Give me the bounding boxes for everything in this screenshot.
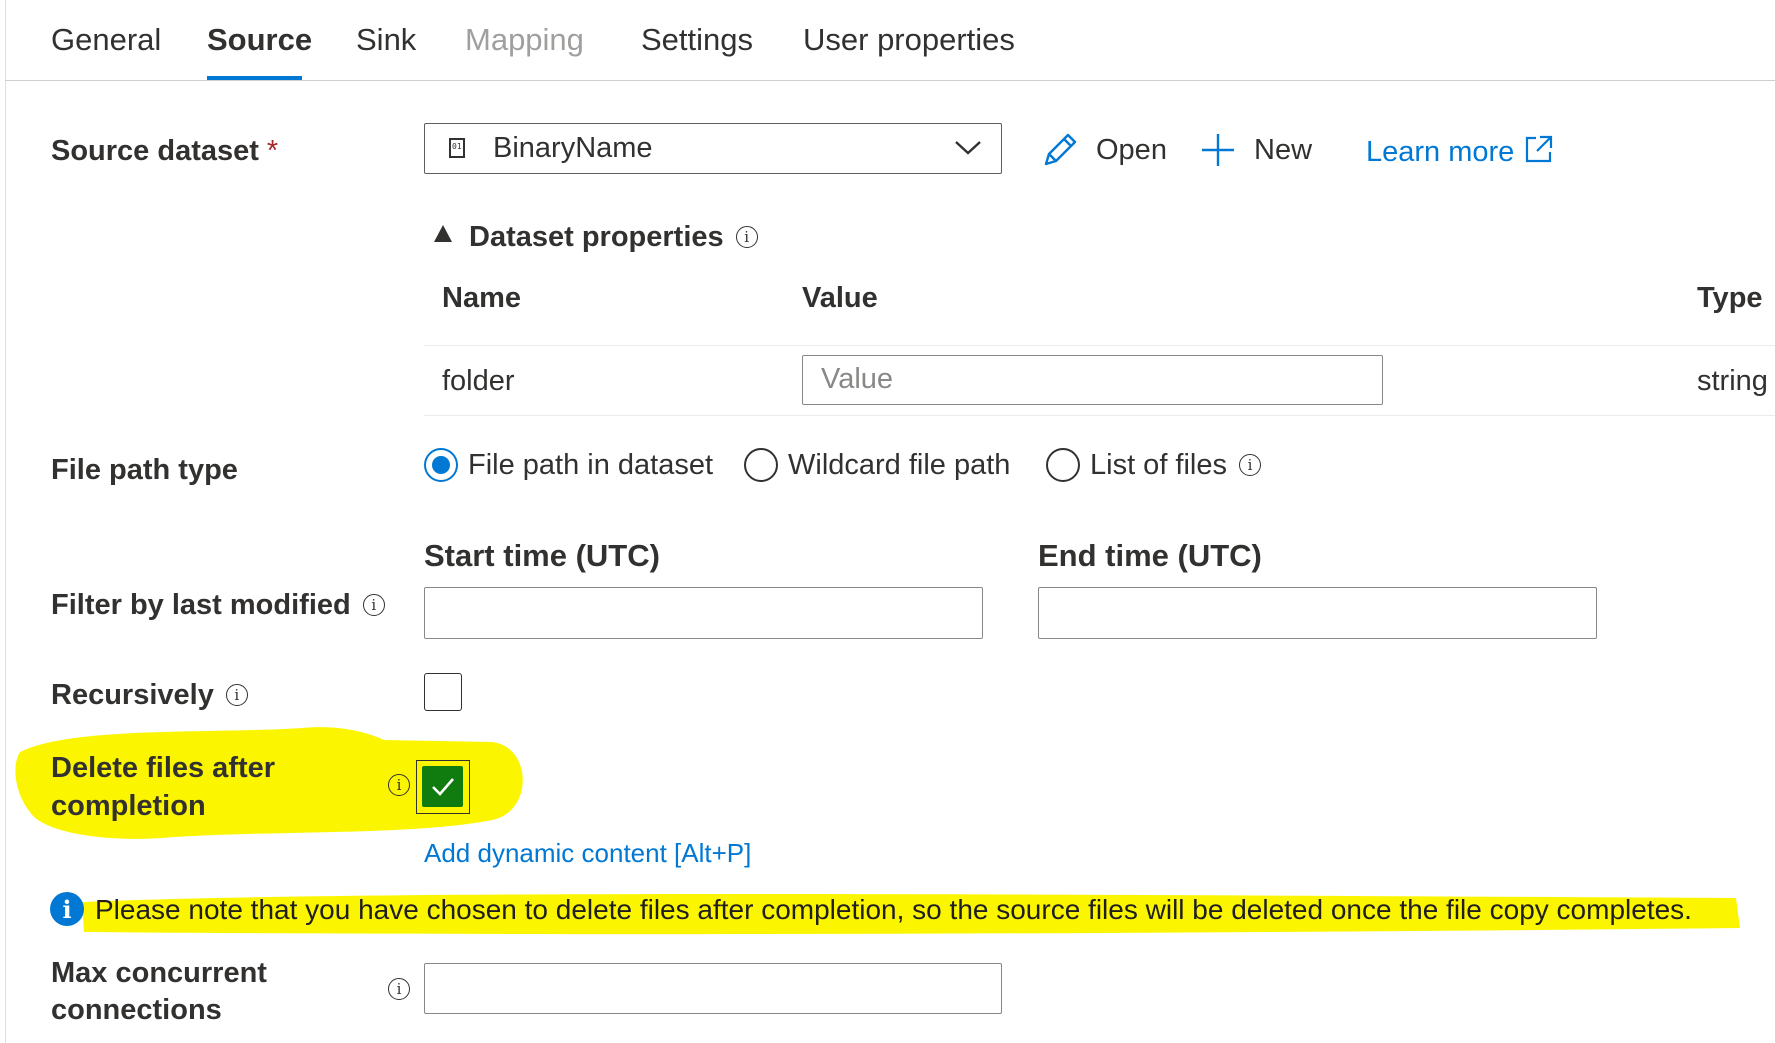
column-header-name: Name [442,282,521,314]
radio-label-list-of-files: List of files [1090,448,1227,481]
delete-files-label-line2: completion [51,790,206,822]
tabs-divider [5,80,1775,81]
property-value-placeholder: Value [821,363,894,395]
filter-by-last-modified-label: Filter by last modified i [51,586,385,624]
info-filled-icon: i [50,892,84,926]
radio-button-checked[interactable] [424,448,458,482]
table-header-divider [424,345,1775,346]
property-value-input[interactable]: Value [802,355,1383,405]
recursively-checkbox[interactable] [424,673,462,711]
info-icon: i [225,684,248,706]
delete-files-label-line1: Delete files after [51,752,276,784]
info-icon: i [1239,454,1261,476]
max-connections-label-line2: connections [51,994,222,1026]
radio-label-wildcard-file-path: Wildcard file path [788,448,1011,481]
open-button[interactable]: Open [1040,128,1167,172]
file-path-type-label: File path type [51,454,238,486]
recursively-label: Recursively i [51,676,248,714]
radio-list-of-files[interactable]: List of files i [1046,448,1261,482]
pencil-icon [1044,133,1077,166]
end-time-label: End time (UTC) [1038,538,1262,573]
chevron-down-icon [955,141,981,155]
max-connections-label-line1: Max concurrent [51,957,267,989]
info-icon: i [362,594,385,616]
delete-files-checkbox-focus[interactable] [416,760,470,814]
binary-dataset-icon [449,138,465,158]
dataset-properties-title: Dataset properties [469,221,724,253]
tab-general[interactable]: General [51,22,161,58]
plus-icon [1202,134,1234,166]
tab-user-properties[interactable]: User properties [803,22,1015,58]
add-dynamic-content-link[interactable]: Add dynamic content [Alt+P] [424,838,751,869]
panel-left-border [5,0,6,1043]
radio-label-file-path-in-dataset: File path in dataset [468,448,714,481]
column-header-type: Type [1697,282,1763,314]
collapse-triangle-icon[interactable] [434,225,452,242]
radio-file-path-in-dataset[interactable]: File path in dataset [424,448,713,482]
tab-source[interactable]: Source [207,22,312,58]
learn-more-link[interactable]: Learn more [1366,130,1554,174]
delete-files-checkbox[interactable] [422,766,463,807]
required-marker: * [266,135,279,167]
start-time-label: Start time (UTC) [424,538,660,573]
tab-sink[interactable]: Sink [356,22,416,58]
source-dataset-dropdown[interactable]: BinaryName [424,123,1002,174]
column-header-value: Value [802,282,878,314]
checkmark-icon [432,778,454,796]
info-icon: i [735,226,758,248]
radio-button[interactable] [744,448,778,482]
max-connections-input[interactable] [424,963,1002,1014]
end-time-input[interactable] [1038,587,1597,639]
new-button[interactable]: New [1200,128,1312,172]
radio-wildcard-file-path[interactable]: Wildcard file path [744,448,1010,482]
open-label: Open [1096,133,1167,166]
delete-notice-text: Please note that you have chosen to dele… [95,894,1692,925]
learn-more-label: Learn more [1366,135,1515,168]
property-name-folder: folder [442,365,515,397]
source-dataset-label: Source dataset * [51,135,279,167]
info-icon: i [388,978,410,1000]
new-label: New [1254,133,1313,166]
tab-mapping[interactable]: Mapping [465,22,584,58]
dataset-properties-header[interactable]: Dataset properties i [469,218,758,256]
start-time-input[interactable] [424,587,983,639]
info-icon: i [388,774,410,796]
property-type-folder: string [1697,365,1768,397]
table-row-divider [424,415,1775,416]
radio-button[interactable] [1046,448,1080,482]
external-link-icon [1526,135,1553,163]
tab-settings[interactable]: Settings [641,22,753,58]
source-dataset-value: BinaryName [493,132,653,164]
